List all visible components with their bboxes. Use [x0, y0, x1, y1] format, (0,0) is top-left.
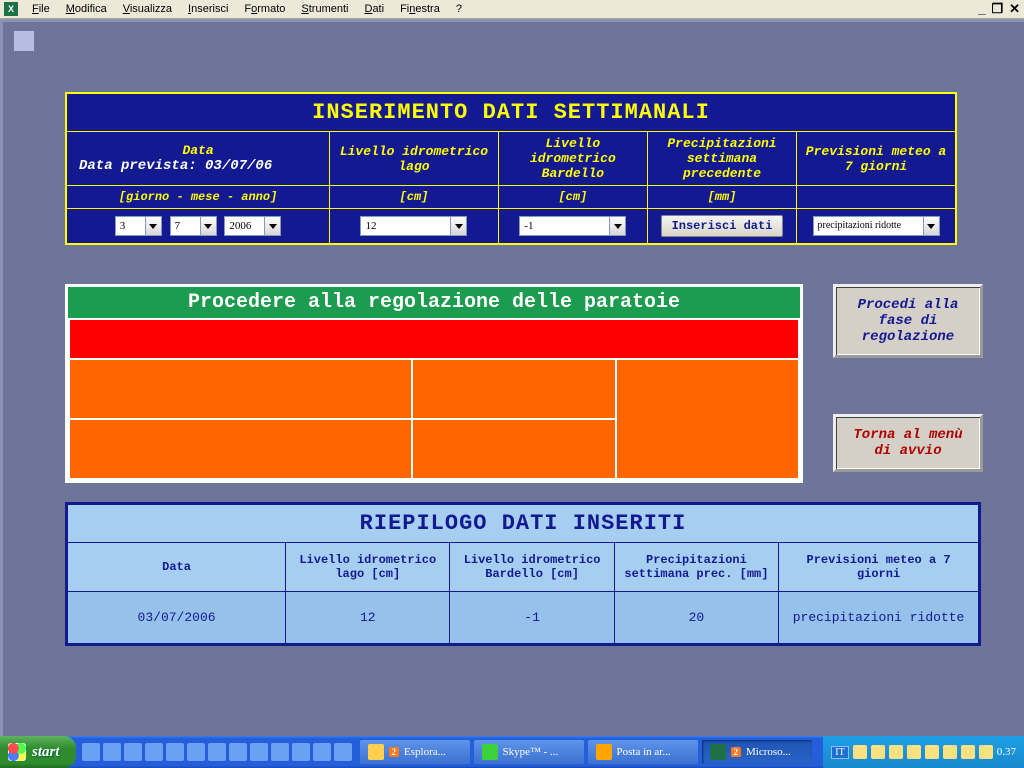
ql-icon[interactable] [229, 743, 247, 761]
riep-hdr-meteo: Previsioni meteo a 7 giorni [779, 543, 980, 592]
menu-formato[interactable]: Formato [236, 1, 293, 17]
restore-icon[interactable]: ❐ [991, 2, 1003, 15]
menu-help[interactable]: ? [448, 1, 470, 17]
ql-icon[interactable] [313, 743, 331, 761]
combo-bardello[interactable]: -1 [519, 216, 626, 236]
riep-hdr-prec: Precipitazioni settimana prec. [mm] [614, 543, 778, 592]
sheet-corner [13, 30, 35, 52]
menu-file[interactable]: FFileile [24, 1, 58, 17]
cell-or-2 [412, 359, 616, 419]
ql-icon[interactable] [334, 743, 352, 761]
chevron-down-icon[interactable] [200, 216, 217, 236]
hdr-precipitazioni: Precipitazioni settimana precedente [647, 132, 796, 186]
tray-icon[interactable] [979, 745, 993, 759]
close-icon[interactable]: ✕ [1009, 2, 1020, 15]
excel-app-icon: X [4, 2, 18, 16]
row-red [69, 319, 799, 359]
ql-icon[interactable] [271, 743, 289, 761]
unit-cm-bard: [cm] [498, 186, 647, 209]
riepilogo-title: RIEPILOGO DATI INSERITI [67, 504, 980, 543]
combo-meteo[interactable]: precipitazioni ridotte [813, 216, 940, 236]
menu-modifica[interactable]: Modifica [58, 1, 115, 17]
windows-taskbar: start 2Esplora... Skype™ - ... Posta in … [0, 736, 1024, 768]
riep-val-bard: -1 [450, 592, 614, 645]
windows-logo-icon [8, 743, 26, 761]
combo-anno[interactable]: 2006 [224, 216, 281, 236]
menu-dati[interactable]: Dati [356, 1, 392, 17]
cell-or-right [616, 359, 799, 479]
tray-icon[interactable] [925, 745, 939, 759]
data-prevista: Data prevista: 03/07/06 [69, 158, 327, 174]
ql-icon[interactable] [187, 743, 205, 761]
status-title: Procedere alla regolazione delle paratoi… [68, 287, 800, 318]
tray-icon[interactable] [889, 745, 903, 759]
inserimento-table: INSERIMENTO DATI SETTIMANALI Data Data p… [65, 92, 957, 245]
tray-icon[interactable] [907, 745, 921, 759]
hdr-meteo: Previsioni meteo a 7 giorni [797, 132, 956, 186]
tray-icon[interactable] [871, 745, 885, 759]
start-label: start [32, 744, 60, 761]
riep-hdr-data: Data [67, 543, 286, 592]
riep-hdr-bard: Livello idrometrico Bardello [cm] [450, 543, 614, 592]
menu-visualizza[interactable]: Visualizza [115, 1, 180, 17]
task-mail[interactable]: Posta in ar... [588, 740, 698, 764]
unit-cm-lago: [cm] [330, 186, 499, 209]
ql-icon[interactable] [145, 743, 163, 761]
ql-icon[interactable] [250, 743, 268, 761]
cell-or-1 [69, 359, 412, 419]
task-excel[interactable]: 2Microso... [702, 740, 812, 764]
tray-icon[interactable] [961, 745, 975, 759]
start-button[interactable]: start [0, 736, 76, 768]
app-menubar: X FFileile Modifica Visualizza Inserisci… [0, 0, 1024, 19]
task-skype[interactable]: Skype™ - ... [474, 740, 584, 764]
hdr-lago: Livello idrometrico lago [330, 132, 499, 186]
cell-or-3 [69, 419, 412, 479]
worksheet-area: INSERIMENTO DATI SETTIMANALI Data Data p… [0, 19, 1024, 736]
chevron-down-icon[interactable] [923, 216, 940, 236]
task-explorer[interactable]: 2Esplora... [360, 740, 470, 764]
chevron-down-icon[interactable] [450, 216, 467, 236]
menu-strumenti[interactable]: Strumenti [293, 1, 356, 17]
riep-val-meteo: precipitazioni ridotte [779, 592, 980, 645]
minimize-icon[interactable]: _ [978, 2, 985, 15]
riep-val-lago: 12 [286, 592, 450, 645]
inserisci-dati-button[interactable]: Inserisci dati [661, 215, 784, 237]
hdr-data: Data [69, 143, 327, 158]
ql-icon[interactable] [292, 743, 310, 761]
riep-hdr-lago: Livello idrometrico lago [cm] [286, 543, 450, 592]
combo-mese[interactable]: 7 [170, 216, 217, 236]
menu-inserisci[interactable]: Inserisci [180, 1, 236, 17]
chevron-down-icon[interactable] [145, 216, 162, 236]
chevron-down-icon[interactable] [264, 216, 281, 236]
unit-mm: [mm] [647, 186, 796, 209]
tray-icon[interactable] [853, 745, 867, 759]
status-panel: Procedere alla regolazione delle paratoi… [65, 284, 803, 483]
unit-dma: [giorno - mese - anno] [66, 186, 330, 209]
ql-icon[interactable] [103, 743, 121, 761]
torna-menu-button[interactable]: Torna al menù di avvio [833, 414, 983, 472]
quick-launch [76, 736, 358, 768]
taskbar-clock: 0.37 [997, 746, 1016, 758]
ql-icon[interactable] [124, 743, 142, 761]
ql-icon[interactable] [82, 743, 100, 761]
combo-lago[interactable]: 12 [360, 216, 467, 236]
riep-val-prec: 20 [614, 592, 778, 645]
ql-icon[interactable] [208, 743, 226, 761]
cell-or-4 [412, 419, 616, 479]
hdr-bardello: Livello idrometrico Bardello [498, 132, 647, 186]
system-tray: IT 0.37 [823, 736, 1024, 768]
unit-meteo [797, 186, 956, 209]
riepilogo-table: RIEPILOGO DATI INSERITI Data Livello idr… [65, 502, 981, 646]
status-grid [68, 318, 800, 480]
lang-indicator[interactable]: IT [831, 746, 848, 759]
menu-finestra[interactable]: Finestra [392, 1, 448, 17]
tray-icon[interactable] [943, 745, 957, 759]
combo-giorno[interactable]: 3 [115, 216, 162, 236]
chevron-down-icon[interactable] [609, 216, 626, 236]
procedi-regolazione-button[interactable]: Procedi alla fase di regolazione [833, 284, 983, 358]
riep-val-data: 03/07/2006 [67, 592, 286, 645]
ql-icon[interactable] [166, 743, 184, 761]
inserimento-title: INSERIMENTO DATI SETTIMANALI [66, 93, 956, 132]
